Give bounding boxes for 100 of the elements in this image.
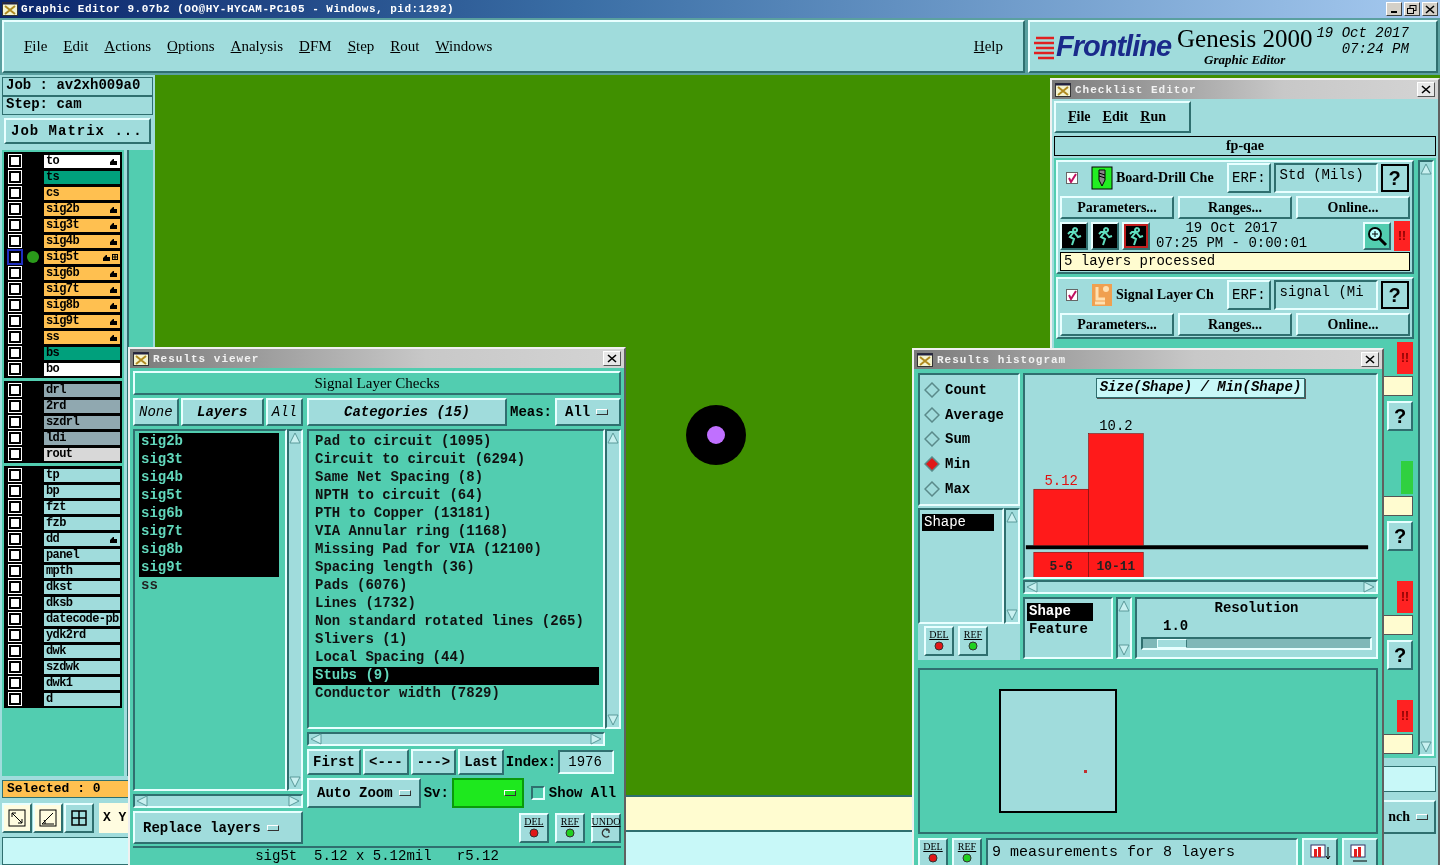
category-item[interactable]: Slivers (1): [313, 631, 599, 649]
auto-zoom-dropdown[interactable]: Auto Zoom: [307, 778, 421, 808]
checkbox[interactable]: [1066, 172, 1078, 184]
layer-checkbox[interactable]: [9, 203, 21, 215]
mode-radio[interactable]: Sum: [924, 431, 1014, 448]
layer-checkbox[interactable]: [9, 517, 21, 529]
tool-button[interactable]: REF: [958, 626, 988, 656]
zoom-fit-button[interactable]: [2, 803, 32, 833]
category-item[interactable]: Pad to circuit (1095): [313, 433, 599, 451]
close-button[interactable]: [1422, 2, 1438, 16]
close-button[interactable]: [1417, 82, 1435, 97]
layer-filter-button[interactable]: All: [265, 398, 303, 426]
layer-name[interactable]: ss: [43, 329, 121, 345]
layer-checkbox[interactable]: [9, 384, 21, 396]
layer-name[interactable]: 2rd: [43, 398, 121, 414]
histogram-button[interactable]: [1302, 838, 1338, 865]
layer-item[interactable]: sig8b: [139, 541, 279, 559]
close-button[interactable]: [603, 351, 621, 366]
menu-item[interactable]: Rout: [382, 38, 428, 55]
layer-checkbox[interactable]: [9, 347, 21, 359]
layer-name[interactable]: panel: [43, 547, 121, 563]
mode-radio[interactable]: Max: [924, 480, 1014, 497]
check-option-button[interactable]: Ranges...: [1178, 313, 1292, 336]
layer-checkbox[interactable]: [9, 219, 21, 231]
category-item[interactable]: Spacing length (36): [313, 559, 599, 577]
replace-layers-dropdown[interactable]: Replace layers: [133, 811, 303, 844]
window-icon[interactable]: [917, 352, 933, 367]
category-item[interactable]: Local Spacing (44): [313, 649, 599, 667]
category-item[interactable]: Circuit to circuit (6294): [313, 451, 599, 469]
horizontal-scrollbar[interactable]: [133, 794, 303, 808]
category-item[interactable]: Stubs (9): [313, 667, 599, 685]
layer-item[interactable]: ss: [139, 577, 279, 595]
layer-checkbox[interactable]: [9, 485, 21, 497]
layer-name[interactable]: sig9t: [43, 313, 121, 329]
layer-checkbox[interactable]: [9, 448, 21, 460]
window-icon[interactable]: [1055, 82, 1071, 97]
layer-name[interactable]: sig4b: [43, 233, 121, 249]
index-field[interactable]: 1976: [558, 750, 615, 774]
help-button[interactable]: ?: [1387, 640, 1413, 670]
layer-name[interactable]: rout: [43, 446, 121, 462]
tool-button[interactable]: REF: [952, 838, 982, 865]
layer-checkbox[interactable]: [9, 469, 21, 481]
layer-name[interactable]: sig8b: [43, 297, 121, 313]
layer-name[interactable]: dwk: [43, 643, 121, 659]
menu-item[interactable]: Actions: [96, 38, 160, 55]
window-icon[interactable]: [2, 2, 18, 16]
scroll-right-arrow-icon[interactable]: [590, 733, 602, 745]
layer-name[interactable]: sig3t: [43, 217, 121, 233]
scroll-left-arrow-icon[interactable]: [310, 733, 322, 745]
layer-checkbox[interactable]: [9, 549, 21, 561]
category-item[interactable]: VIA Annular ring (1168): [313, 523, 599, 541]
layer-checkbox[interactable]: [9, 416, 21, 428]
category-item[interactable]: Conductor width (7829): [313, 685, 599, 703]
help-button[interactable]: ?: [1387, 521, 1413, 551]
check-option-button[interactable]: Parameters...: [1060, 196, 1174, 219]
menu-item[interactable]: Run: [1134, 109, 1172, 125]
layer-name[interactable]: tp: [43, 467, 121, 483]
help-button[interactable]: ?: [1387, 401, 1413, 431]
minimize-button[interactable]: [1386, 2, 1402, 16]
layer-checkbox[interactable]: [9, 235, 21, 247]
layer-name[interactable]: ts: [43, 169, 121, 185]
layer-checkbox[interactable]: [9, 661, 21, 673]
erf-field[interactable]: Std (Mils): [1273, 163, 1378, 193]
category-item[interactable]: Lines (1732): [313, 595, 599, 613]
tool-button[interactable]: DEL: [924, 626, 954, 656]
mode-radio[interactable]: Average: [924, 406, 1014, 423]
layer-checkbox[interactable]: [9, 565, 21, 577]
layer-checkbox[interactable]: [9, 267, 21, 279]
check-option-button[interactable]: Online...: [1296, 196, 1410, 219]
layer-name[interactable]: bo: [43, 361, 121, 377]
layer-checkbox[interactable]: [9, 613, 21, 625]
category-item[interactable]: Missing Pad for VIA (12100): [313, 541, 599, 559]
scroll-left-arrow-icon[interactable]: [1026, 581, 1038, 593]
layer-checkbox[interactable]: [9, 155, 21, 167]
close-button[interactable]: [1361, 352, 1379, 367]
erf-button[interactable]: ERF:: [1227, 163, 1271, 193]
mode-radio[interactable]: Count: [924, 382, 1014, 399]
layer-filter-button[interactable]: Layers: [180, 398, 264, 426]
navigation-button[interactable]: Last: [458, 749, 504, 775]
layer-name[interactable]: sig2b: [43, 201, 121, 217]
erf-field[interactable]: signal (Mi: [1273, 280, 1378, 310]
layer-name[interactable]: ydk2rd: [43, 627, 121, 643]
field-item[interactable]: Feature: [1027, 621, 1109, 639]
layer-name[interactable]: bp: [43, 483, 121, 499]
layer-checkbox[interactable]: [9, 363, 21, 375]
layer-item[interactable]: sig5t: [139, 487, 279, 505]
menu-item[interactable]: Step: [339, 38, 383, 55]
show-all-checkbox[interactable]: Show All: [526, 785, 617, 801]
layer-checkbox[interactable]: [9, 677, 21, 689]
menu-item[interactable]: Windows: [427, 38, 501, 55]
navigation-button[interactable]: <---: [363, 749, 409, 775]
navigation-button[interactable]: --->: [410, 749, 457, 775]
layer-checkbox[interactable]: [9, 315, 21, 327]
tool-button[interactable]: REF: [555, 812, 585, 843]
category-item[interactable]: Same Net Spacing (8): [313, 469, 599, 487]
layer-checkbox[interactable]: [9, 171, 21, 183]
measure-button[interactable]: [33, 803, 63, 833]
layer-item[interactable]: sig7t: [139, 523, 279, 541]
navigation-button[interactable]: First: [307, 749, 361, 775]
menu-item[interactable]: Options: [159, 38, 223, 55]
